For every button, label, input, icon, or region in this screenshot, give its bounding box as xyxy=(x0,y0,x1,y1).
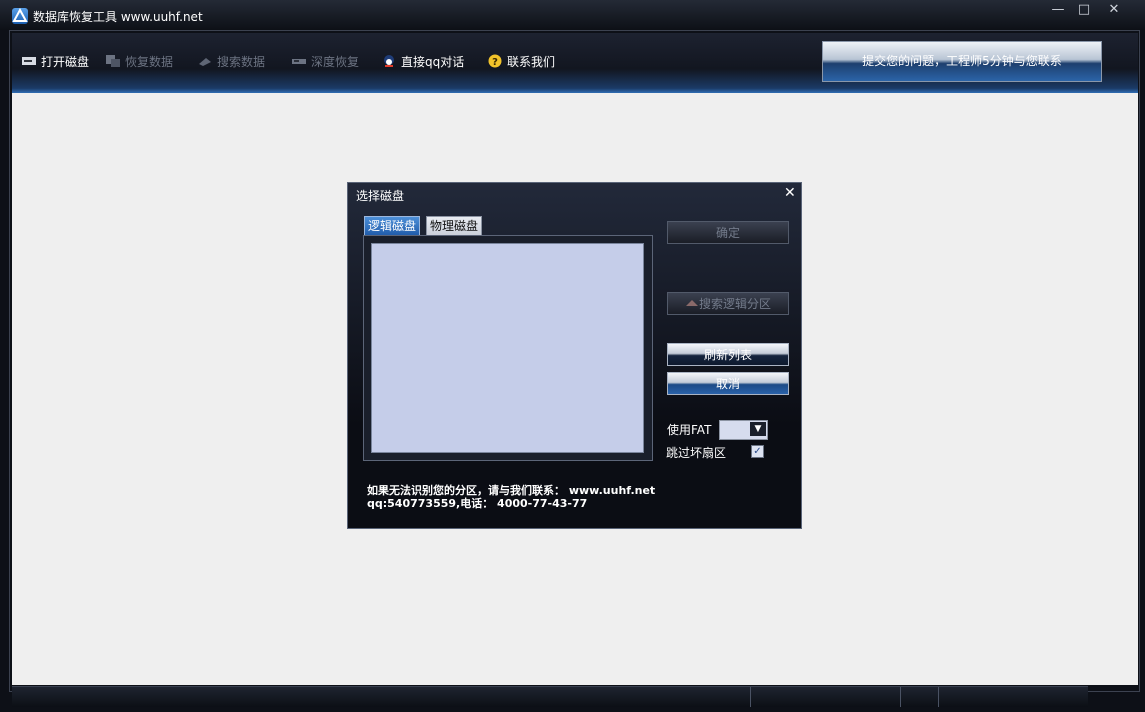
skip-bad-sectors-checkbox[interactable]: ✓ xyxy=(751,445,764,458)
restore-data-label: 恢复数据 xyxy=(125,54,174,69)
status-divider xyxy=(750,687,751,707)
deep-restore-button[interactable]: 深度恢复 xyxy=(291,52,359,70)
qq-chat-label: 直接qq对话 xyxy=(401,54,465,69)
search-partition-label: 搜索逻辑分区 xyxy=(698,297,771,311)
dialog-title: 选择磁盘 xyxy=(356,189,405,203)
window-title: 数据库恢复工具 www.uuhf.net xyxy=(33,10,203,24)
disk-icon xyxy=(21,54,37,68)
contact-us-button[interactable]: ? 联系我们 xyxy=(487,52,555,70)
tab-physical-disk[interactable]: 物理磁盘 xyxy=(426,216,483,237)
qq-icon xyxy=(381,54,397,68)
ok-button[interactable]: 确定 xyxy=(667,221,789,244)
disk-list-frame xyxy=(363,235,653,461)
deep-restore-label: 深度恢复 xyxy=(311,54,360,69)
dialog-close-icon[interactable]: ✕ xyxy=(784,185,796,201)
search-partition-icon xyxy=(685,293,699,316)
search-data-icon xyxy=(197,54,213,68)
open-disk-label: 打开磁盘 xyxy=(41,54,90,69)
disk-list[interactable] xyxy=(371,243,644,453)
contact-info-line2: qq:540773559,电话： 4000-77-43-77 xyxy=(367,497,588,510)
skip-bad-sectors-label: 跳过坏扇区 xyxy=(666,446,727,460)
close-button[interactable]: ✕ xyxy=(1100,0,1128,20)
app-logo-icon xyxy=(12,8,28,24)
contact-us-label: 联系我们 xyxy=(507,54,556,69)
svg-text:?: ? xyxy=(492,57,498,68)
submit-question-label: 提交您的问题，工程师5分钟与您联系 xyxy=(862,54,1062,68)
help-icon: ? xyxy=(487,54,503,68)
restore-icon xyxy=(105,54,121,68)
use-fat-select[interactable]: ▼ xyxy=(719,420,768,440)
submit-question-button[interactable]: 提交您的问题，工程师5分钟与您联系 xyxy=(822,41,1102,82)
search-data-button[interactable]: 搜索数据 xyxy=(197,52,265,70)
qq-chat-button[interactable]: 直接qq对话 xyxy=(381,52,464,70)
cancel-button[interactable]: 取消 xyxy=(667,372,789,395)
select-disk-dialog: 选择磁盘 ✕ 逻辑磁盘 物理磁盘 确定 搜索逻辑分区 刷新列表 取消 使用FAT… xyxy=(347,182,802,529)
minimize-button[interactable]: — xyxy=(1044,0,1072,20)
title-bar: 数据库恢复工具 www.uuhf.net — □ ✕ xyxy=(0,0,1145,30)
status-divider xyxy=(900,687,901,707)
deep-restore-icon xyxy=(291,54,307,68)
status-bar xyxy=(12,686,1088,707)
use-fat-label: 使用FAT xyxy=(667,423,712,437)
chevron-down-icon[interactable]: ▼ xyxy=(750,422,766,436)
search-data-label: 搜索数据 xyxy=(217,54,266,69)
open-disk-button[interactable]: 打开磁盘 xyxy=(21,52,89,70)
status-divider xyxy=(938,687,939,707)
tab-logical-disk[interactable]: 逻辑磁盘 xyxy=(364,216,421,237)
maximize-button[interactable]: □ xyxy=(1070,0,1098,20)
app-window: 数据库恢复工具 www.uuhf.net — □ ✕ 打开磁盘 恢复数据 搜索数… xyxy=(0,0,1145,712)
restore-data-button[interactable]: 恢复数据 xyxy=(105,52,173,70)
refresh-list-button[interactable]: 刷新列表 xyxy=(667,343,789,366)
search-partition-button[interactable]: 搜索逻辑分区 xyxy=(667,292,789,315)
